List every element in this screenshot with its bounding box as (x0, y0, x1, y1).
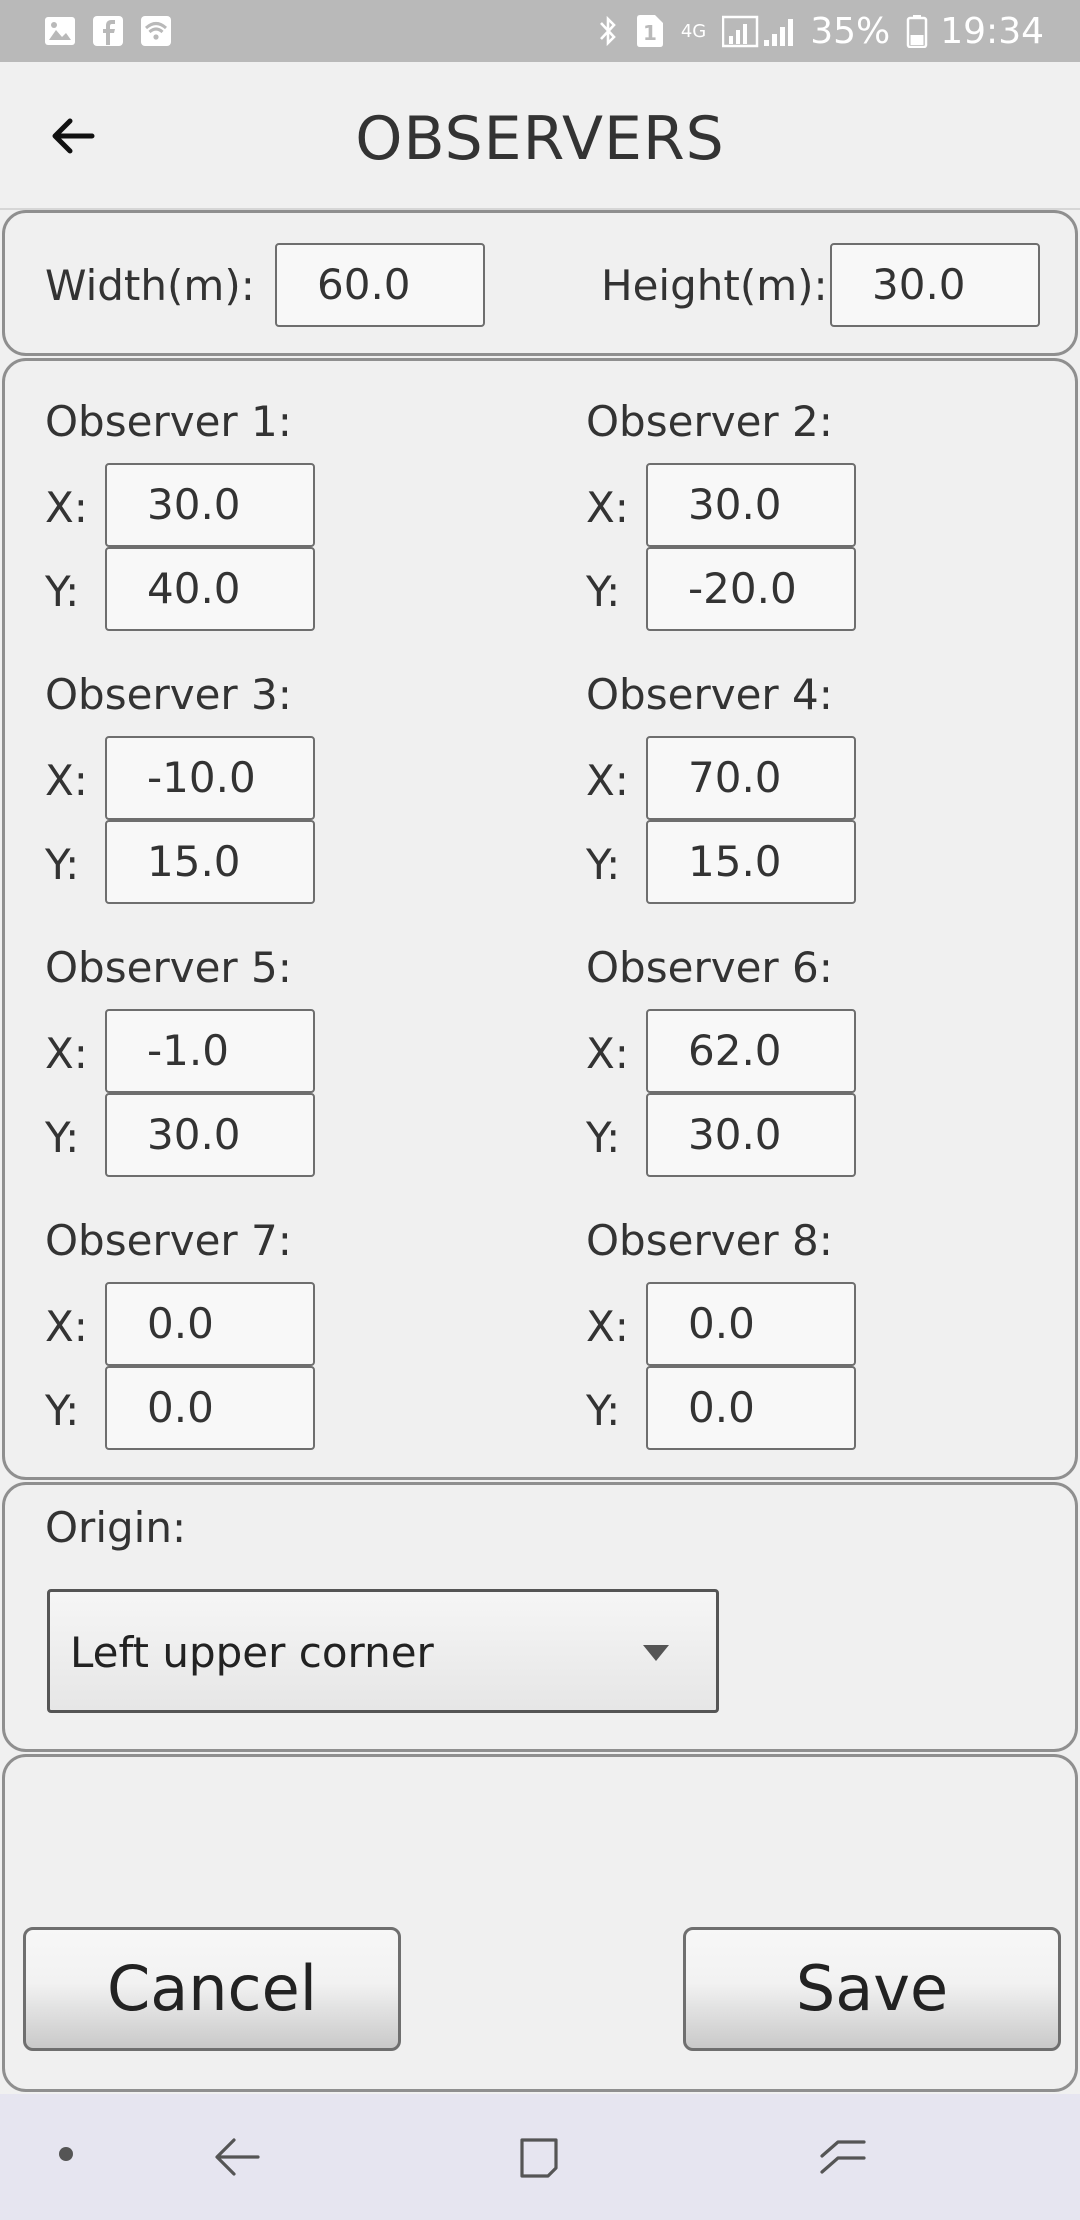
sim-icon: 1 (636, 15, 663, 47)
nav-recents-icon[interactable] (818, 2134, 868, 2180)
observer-7-y-label: Y: (45, 1386, 80, 1435)
observer-8-x-input[interactable]: 0.0 (646, 1282, 856, 1366)
nav-home-icon[interactable] (516, 2134, 562, 2180)
observer-4-y-label: Y: (586, 840, 621, 889)
observers-panel: Observer 1: X: 30.0 Y: 40.0 Observer 2: … (2, 358, 1078, 1480)
observer-5-y-input[interactable]: 30.0 (105, 1093, 315, 1177)
actions-panel: Cancel Save (2, 1754, 1078, 2092)
observer-7-x-input[interactable]: 0.0 (105, 1282, 315, 1366)
dropdown-arrow-icon (643, 1645, 669, 1661)
observer-1-label: Observer 1: (45, 397, 292, 446)
page-title: OBSERVERS (355, 104, 725, 174)
observer-7-label: Observer 7: (45, 1216, 292, 1265)
status-bar: 1 4G 35% 19:34 (0, 0, 1080, 62)
battery-icon (907, 15, 928, 48)
observer-5-x-label: X: (45, 1029, 88, 1078)
observer-8-x-label: X: (586, 1302, 629, 1351)
observer-5-x-input[interactable]: -1.0 (105, 1009, 315, 1093)
dot-icon[interactable] (56, 2144, 76, 2164)
observer-5-y-label: Y: (45, 1113, 80, 1162)
origin-selected-value: Left upper corner (70, 1628, 434, 1677)
observer-6-x-label: X: (586, 1029, 629, 1078)
dimensions-panel: Width(m): 60.0 Height(m): 30.0 (2, 210, 1078, 356)
width-label: Width(m): (45, 261, 255, 310)
observer-2-x-input[interactable]: 30.0 (646, 463, 856, 547)
observer-6-y-label: Y: (586, 1113, 621, 1162)
sim-badge: 1 (643, 21, 657, 45)
battery-percent: 35% (810, 10, 891, 52)
observer-4-x-input[interactable]: 70.0 (646, 736, 856, 820)
observer-3-y-input[interactable]: 15.0 (105, 820, 315, 904)
origin-label: Origin: (45, 1503, 187, 1552)
system-nav-bar (0, 2094, 1080, 2220)
observer-3-x-label: X: (45, 756, 88, 805)
origin-panel: Origin: Left upper corner (2, 1482, 1078, 1752)
observer-3-label: Observer 3: (45, 670, 292, 719)
observer-1-y-input[interactable]: 40.0 (105, 547, 315, 631)
observer-7-y-input[interactable]: 0.0 (105, 1366, 315, 1450)
observer-8-y-input[interactable]: 0.0 (646, 1366, 856, 1450)
facebook-icon (93, 16, 123, 46)
observer-4-label: Observer 4: (586, 670, 833, 719)
observer-4-y-input[interactable]: 15.0 (646, 820, 856, 904)
observer-2-y-input[interactable]: -20.0 (646, 547, 856, 631)
observer-6-label: Observer 6: (586, 943, 833, 992)
wifi-icon (141, 16, 171, 46)
save-button[interactable]: Save (683, 1927, 1061, 2051)
observer-3-y-label: Y: (45, 840, 80, 889)
height-label: Height(m): (601, 261, 828, 310)
clock: 19:34 (940, 10, 1044, 52)
observer-8-label: Observer 8: (586, 1216, 833, 1265)
nav-back-icon[interactable] (212, 2134, 262, 2180)
observer-7-x-label: X: (45, 1302, 88, 1351)
observer-3-x-input[interactable]: -10.0 (105, 736, 315, 820)
observer-2-y-label: Y: (586, 567, 621, 616)
observer-2-label: Observer 2: (586, 397, 833, 446)
app-bar: OBSERVERS (0, 62, 1080, 210)
observer-6-x-input[interactable]: 62.0 (646, 1009, 856, 1093)
network-type: 4G (680, 20, 707, 42)
width-input[interactable]: 60.0 (275, 243, 485, 327)
height-input[interactable]: 30.0 (830, 243, 1040, 327)
observer-1-x-input[interactable]: 30.0 (105, 463, 315, 547)
observer-8-y-label: Y: (586, 1386, 621, 1435)
observer-6-y-input[interactable]: 30.0 (646, 1093, 856, 1177)
signal-icon (722, 15, 794, 48)
observer-1-x-label: X: (45, 483, 88, 532)
bluetooth-icon (599, 15, 616, 47)
observer-4-x-label: X: (586, 756, 629, 805)
observer-2-x-label: X: (586, 483, 629, 532)
observer-1-y-label: Y: (45, 567, 80, 616)
origin-select[interactable]: Left upper corner (47, 1589, 719, 1713)
image-icon (45, 17, 75, 45)
cancel-button[interactable]: Cancel (23, 1927, 401, 2051)
observer-5-label: Observer 5: (45, 943, 292, 992)
